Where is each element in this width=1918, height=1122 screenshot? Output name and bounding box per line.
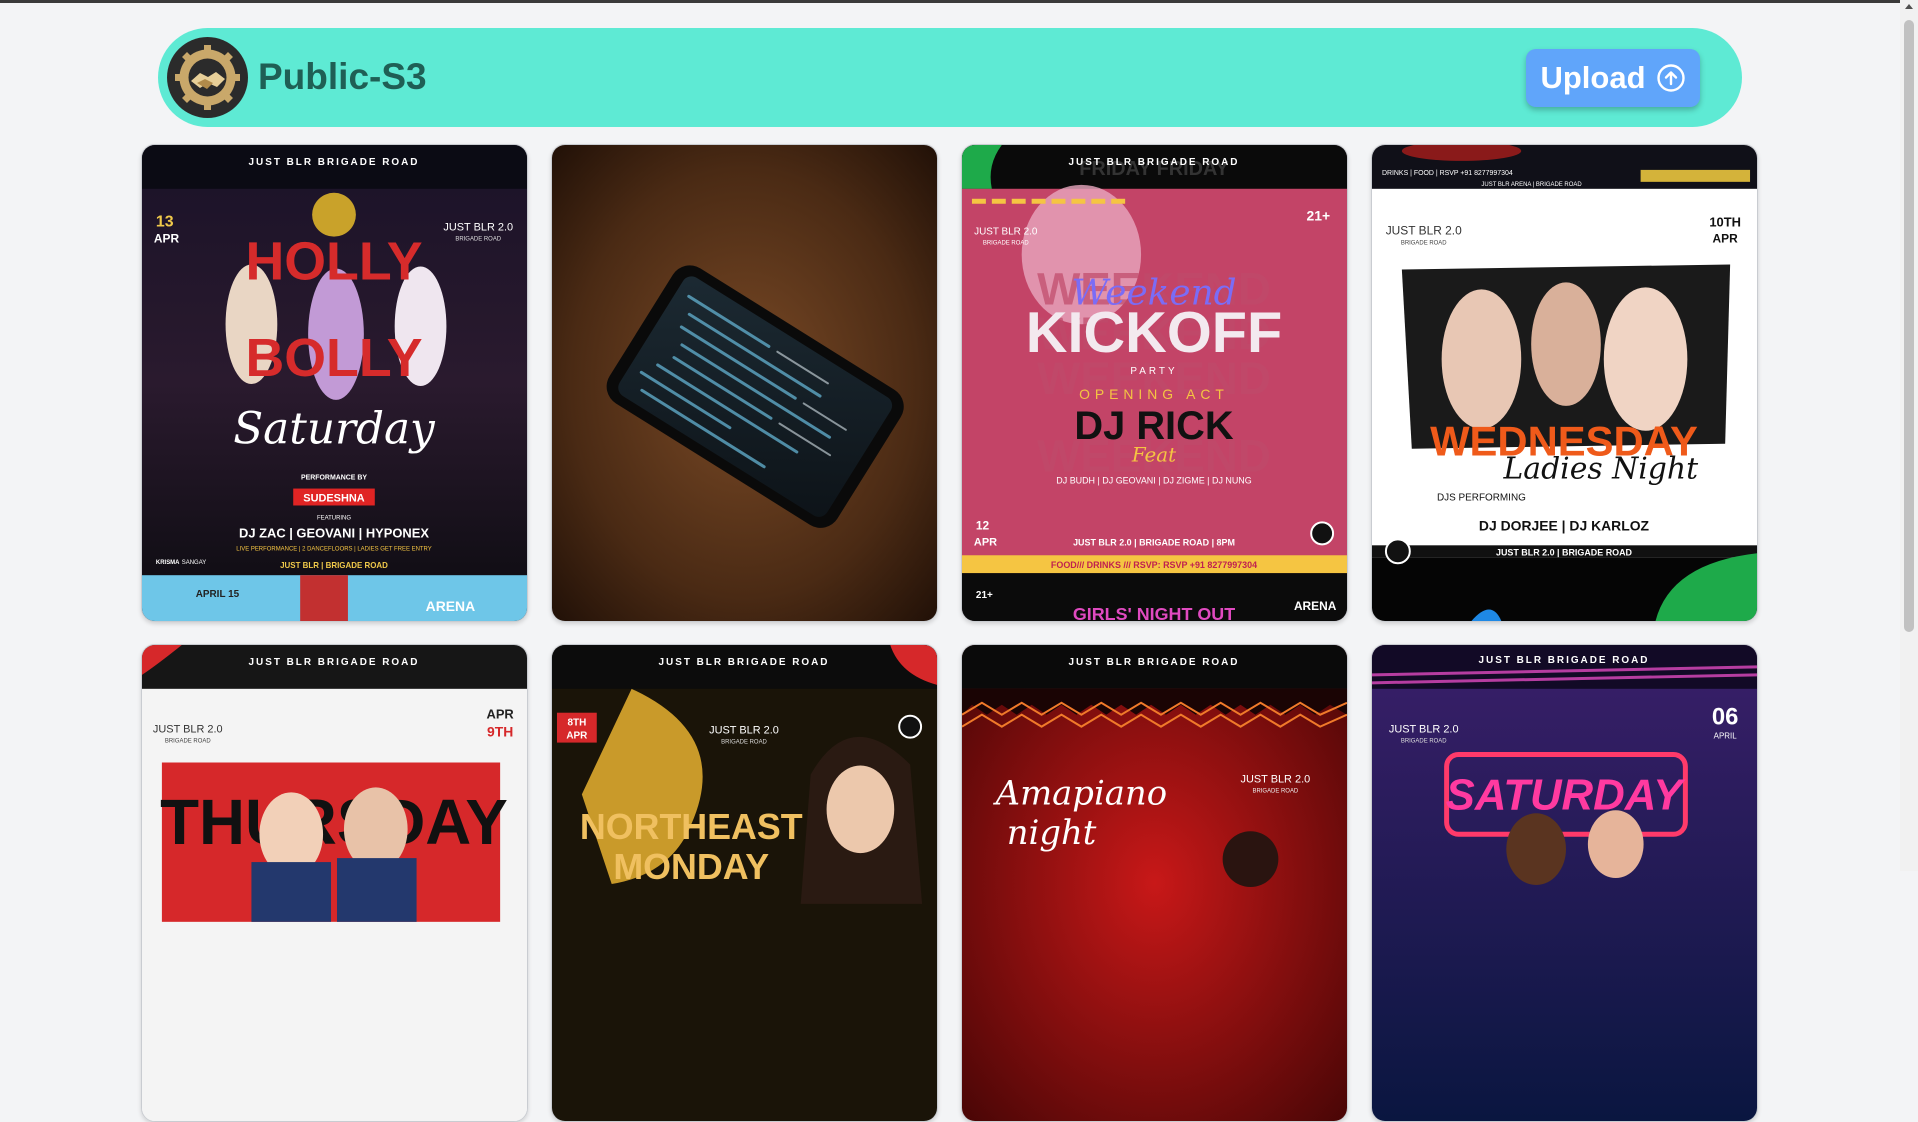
poster-date-day: 8TH	[567, 718, 586, 729]
app-title: Public-S3	[258, 56, 427, 97]
upload-icon	[1656, 64, 1685, 92]
logo	[167, 37, 248, 118]
poster-script: Amapiano	[993, 773, 1167, 812]
photo-phone-code	[552, 145, 937, 621]
upload-button-label: Upload	[1540, 60, 1646, 95]
poster-age: 21+	[1306, 208, 1330, 224]
poster-date-day: 9TH	[487, 724, 513, 740]
poster-wednesday: DRINKS | FOOD | RSVP +91 8277997304 JUST…	[1372, 145, 1757, 621]
image-grid: JUST BLR BRIGADE ROAD 13 APR JUST BLR 2.…	[141, 144, 1759, 1122]
poster-brand-sub: BRIGADE ROAD	[1252, 788, 1298, 794]
page-scrollbar[interactable]	[1900, 0, 1918, 871]
poster-title-1: HOLLY	[245, 231, 422, 291]
poster-tag-a: KRISMA	[156, 560, 180, 566]
poster-saturday-neon: JUST BLR BRIGADE ROAD JUST BLR 2.0 BRIGA…	[1372, 645, 1757, 1121]
poster-brand: JUST BLR 2.0	[974, 227, 1038, 238]
poster-brand-sub: BRIGADE ROAD	[1401, 739, 1447, 745]
poster-top-strip: DRINKS | FOOD | RSVP +91 8277997304	[1382, 170, 1513, 177]
poster-info: LIVE PERFORMANCE | 2 DANCEFLOORS | LADIE…	[236, 546, 432, 552]
poster-weekend-kickoff: FRIDAY FRIDAY JUST BLR BRIGADE ROAD WEEK…	[962, 145, 1347, 621]
poster-brand: JUST BLR 2.0	[1241, 773, 1311, 785]
poster-strip-b: ARENA	[426, 598, 475, 614]
image-card[interactable]: JUST BLR BRIGADE ROAD JUST BLR 2.0 BRIGA…	[961, 644, 1348, 1122]
poster-date-day: 06	[1712, 704, 1739, 731]
poster-bottom-brand: ARENA	[1294, 599, 1337, 613]
poster-date-month: APRIL	[1714, 732, 1738, 741]
poster-top-label: JUST BLR BRIGADE ROAD	[659, 657, 830, 668]
poster-brand-sub: BRIGADE ROAD	[455, 237, 501, 243]
image-card[interactable]: JUST BLR BRIGADE ROAD JUST BLR 2.0 BRIGA…	[1371, 644, 1758, 1122]
poster-title: THURSDAY	[160, 787, 508, 858]
poster-bottom: GIRLS' NIGHT OUT	[1073, 604, 1235, 621]
poster-date-month: APR	[566, 731, 587, 742]
poster-top-label: JUST BLR BRIGADE ROAD	[249, 657, 420, 668]
poster-northeast-monday: JUST BLR BRIGADE ROAD 8TH APR JUST BLR 2…	[552, 645, 937, 1121]
gear-handshake-icon	[167, 37, 248, 118]
poster-brand: JUST BLR 2.0	[443, 222, 513, 234]
poster-rsvp: FOOD/// DRINKS /// RSVP: RSVP +91 827799…	[1051, 560, 1257, 570]
upload-button[interactable]: Upload	[1526, 49, 1700, 107]
poster-performer: SUDESHNA	[303, 492, 364, 504]
image-card[interactable]	[551, 144, 938, 622]
poster-dj: DJ RICK	[1074, 404, 1233, 448]
poster-venue: JUST BLR 2.0 | BRIGADE ROAD | 8PM	[1073, 537, 1235, 547]
poster-script-2: night	[1007, 813, 1097, 852]
image-card[interactable]: FRIDAY FRIDAY JUST BLR BRIGADE ROAD WEEK…	[961, 144, 1348, 622]
poster-top-label: JUST BLR BRIGADE ROAD	[1069, 657, 1240, 668]
poster-script: Saturday	[233, 404, 436, 455]
app-header: Public-S3 Upload	[158, 28, 1742, 127]
poster-title-2: BOLLY	[245, 328, 422, 388]
scrollbar-thumb[interactable]	[1904, 20, 1914, 632]
poster-feat: Feat	[1131, 444, 1177, 467]
poster-djs-label: DJS PERFORMING	[1437, 493, 1526, 504]
poster-opening: OPENING ACT	[1079, 386, 1229, 402]
poster-bottom-age: 21+	[976, 590, 993, 601]
poster-brand-sub: BRIGADE ROAD	[983, 241, 1029, 247]
poster-brand: JUST BLR 2.0	[153, 724, 223, 736]
poster-date-day: 12	[976, 518, 990, 532]
poster-footer: JUST BLR | BRIGADE ROAD	[280, 561, 388, 570]
image-card[interactable]: JUST BLR BRIGADE ROAD 13 APR JUST BLR 2.…	[141, 144, 528, 622]
poster-title: SATURDAY	[1446, 770, 1686, 819]
poster-brand-sub: BRIGADE ROAD	[721, 740, 767, 746]
poster-brand-sub: BRIGADE ROAD	[165, 739, 211, 745]
poster-djs: DJ DORJEE | DJ KARLOZ	[1479, 517, 1650, 533]
poster-strip-a: APRIL 15	[196, 589, 240, 600]
poster-brand-sub: BRIGADE ROAD	[1401, 241, 1447, 247]
poster-top-label: JUST BLR BRIGADE ROAD	[1069, 157, 1240, 168]
browser-top-strip	[0, 0, 1900, 3]
poster-thursday: JUST BLR BRIGADE ROAD JUST BLR 2.0 BRIGA…	[142, 645, 527, 1121]
poster-djs: DJ ZAC | GEOVANI | HYPONEX	[239, 525, 429, 540]
poster-tag-b: SANGAY	[182, 560, 206, 566]
image-card[interactable]: JUST BLR BRIGADE ROAD 8TH APR JUST BLR 2…	[551, 644, 938, 1122]
poster-kickoff: KICKOFF	[1026, 301, 1282, 365]
poster-title-2: MONDAY	[613, 847, 769, 887]
poster-featuring: FEATURING	[317, 515, 351, 521]
poster-top-label: JUST BLR BRIGADE ROAD	[1479, 655, 1650, 666]
scroll-up-arrow-icon[interactable]	[1905, 4, 1913, 9]
poster-amapiano: JUST BLR BRIGADE ROAD JUST BLR 2.0 BRIGA…	[962, 645, 1347, 1121]
poster-holly-bolly: JUST BLR BRIGADE ROAD 13 APR JUST BLR 2.…	[142, 145, 527, 621]
poster-brand: JUST BLR 2.0	[1386, 224, 1462, 238]
poster-date-day: 13	[156, 214, 174, 231]
poster-date-day: 10TH	[1709, 215, 1741, 230]
poster-djs: DJ BUDH | DJ GEOVANI | DJ ZIGME | DJ NUN…	[1056, 476, 1251, 486]
poster-top-label: JUST BLR BRIGADE ROAD	[249, 157, 420, 168]
poster-perf-by: PERFORMANCE BY	[301, 475, 367, 482]
poster-brand: JUST BLR 2.0	[709, 725, 779, 737]
poster-date-month: APR	[974, 536, 997, 548]
image-card[interactable]: JUST BLR BRIGADE ROAD JUST BLR 2.0 BRIGA…	[141, 644, 528, 1122]
poster-party: PARTY	[1130, 366, 1177, 377]
poster-brand: JUST BLR 2.0	[1389, 724, 1459, 736]
poster-date-month: APR	[486, 707, 514, 722]
poster-top-strip2: JUST BLR ARENA | BRIGADE ROAD	[1481, 182, 1582, 188]
poster-footer: JUST BLR 2.0 | BRIGADE ROAD	[1496, 547, 1633, 557]
poster-date-month: APR	[154, 232, 180, 246]
poster-date-month: APR	[1713, 232, 1739, 246]
poster-title: NORTHEAST	[580, 807, 803, 847]
poster-script: Ladies Night	[1503, 452, 1700, 487]
image-card[interactable]: DRINKS | FOOD | RSVP +91 8277997304 JUST…	[1371, 144, 1758, 622]
